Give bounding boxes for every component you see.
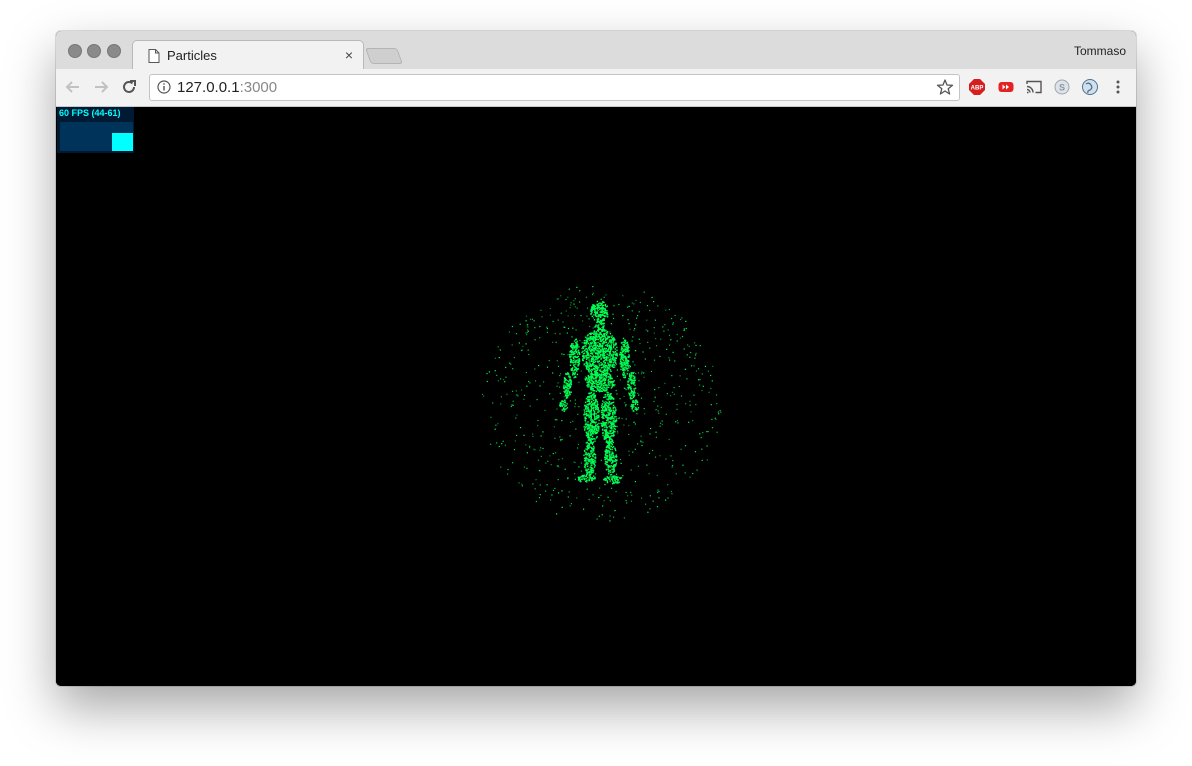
tab-particles[interactable]: Particles ×	[132, 40, 364, 71]
fps-label: 60 FPS (44-61)	[59, 108, 121, 118]
url-text[interactable]: 127.0.0.1:3000	[177, 79, 277, 96]
youtube-icon[interactable]	[997, 78, 1015, 96]
back-arrow-icon[interactable]	[63, 77, 83, 97]
browser-window: Particles × Tommaso 127.0.0.1:3000 ABP S…	[56, 31, 1136, 686]
minimize-window-button[interactable]	[87, 44, 101, 58]
address-bar[interactable]: 127.0.0.1:3000	[149, 74, 960, 101]
svg-text:ABP: ABP	[971, 86, 984, 92]
cast-icon[interactable]	[1025, 78, 1043, 96]
tab-title: Particles	[167, 48, 217, 63]
url-host: 127.0.0.1	[177, 79, 240, 96]
zoom-window-button[interactable]	[107, 44, 121, 58]
fps-graph-bars	[112, 133, 133, 151]
adblock-plus-icon[interactable]: ABP	[968, 78, 986, 96]
new-tab-button[interactable]	[365, 48, 403, 64]
human-figure-particles	[559, 300, 640, 485]
profile-name[interactable]: Tommaso	[1074, 44, 1126, 58]
bookmark-star-icon[interactable]	[936, 78, 954, 96]
globe-extension-icon[interactable]	[1081, 78, 1099, 96]
forward-arrow-icon[interactable]	[91, 77, 111, 97]
fps-graph	[60, 122, 133, 151]
webgl-canvas[interactable]: 60 FPS (44-61)	[56, 107, 1136, 686]
menu-kebab-icon[interactable]	[1109, 78, 1127, 96]
reload-icon[interactable]	[119, 77, 139, 97]
skype-icon[interactable]: S	[1053, 78, 1071, 96]
info-icon[interactable]	[157, 80, 171, 94]
fps-stats-panel[interactable]: 60 FPS (44-61)	[57, 107, 134, 153]
svg-text:S: S	[1059, 83, 1065, 93]
url-port: :3000	[239, 79, 278, 96]
particle-scene	[481, 286, 722, 522]
tab-strip: Particles × Tommaso	[56, 31, 1136, 71]
document-icon	[148, 49, 160, 63]
close-window-button[interactable]	[68, 44, 82, 58]
browser-toolbar: 127.0.0.1:3000 ABP S	[56, 69, 1136, 107]
tab-close-icon[interactable]: ×	[341, 46, 357, 64]
